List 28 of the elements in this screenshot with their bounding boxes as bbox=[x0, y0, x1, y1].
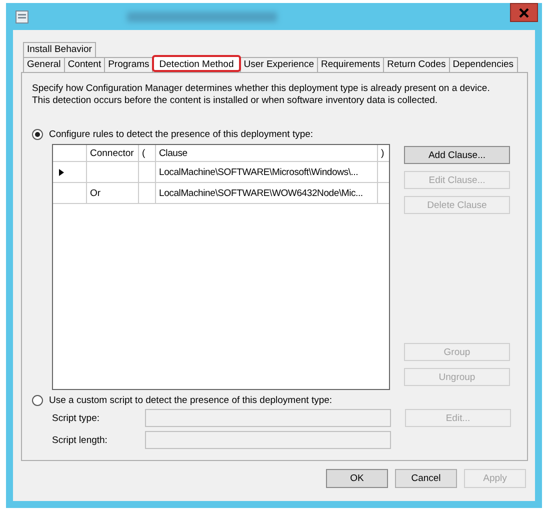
radio-label: Use a custom script to detect the presence of this deployment type: bbox=[49, 395, 332, 406]
dialog-button[interactable]: OK bbox=[326, 469, 388, 488]
table-cell: LocalMachine\SOFTWARE\Microsoft\Windows\... bbox=[156, 162, 378, 182]
clause-button[interactable]: Add Clause... bbox=[404, 146, 510, 164]
dialog-button[interactable]: Cancel bbox=[395, 469, 457, 488]
tab[interactable]: Programs bbox=[104, 57, 154, 72]
column-header: Clause bbox=[156, 145, 378, 161]
column-header: Connector bbox=[87, 145, 139, 161]
tab[interactable]: Install Behavior bbox=[23, 42, 96, 57]
radio-label: Configure rules to detect the presence of this deployment type: bbox=[49, 129, 314, 140]
table-cell: Or bbox=[87, 183, 139, 203]
close-button[interactable] bbox=[510, 3, 538, 22]
tab[interactable]: Dependencies bbox=[448, 57, 518, 72]
radio-button[interactable] bbox=[32, 395, 43, 406]
close-icon bbox=[519, 8, 529, 18]
field-label: Script length: bbox=[52, 434, 108, 446]
column-header: ) bbox=[380, 146, 386, 160]
current-row-icon bbox=[59, 168, 64, 176]
column-header: ( bbox=[139, 145, 156, 161]
tab[interactable]: Requirements bbox=[316, 57, 384, 72]
tab[interactable]: Detection Method bbox=[152, 55, 241, 72]
window-icon bbox=[15, 10, 29, 24]
description-text: Specify how Configuration Manager determines whether this deployment type is already present on a device. This detection occurs before the content is installed or when software inventory data is collected. bbox=[32, 83, 491, 107]
radio-button[interactable] bbox=[32, 129, 43, 140]
tab[interactable]: User Experience bbox=[240, 57, 318, 72]
tab[interactable]: General bbox=[23, 57, 65, 72]
table-cell: LocalMachine\SOFTWARE\WOW6432Node\Mic... bbox=[156, 183, 378, 203]
field-label: Script type: bbox=[52, 412, 101, 424]
